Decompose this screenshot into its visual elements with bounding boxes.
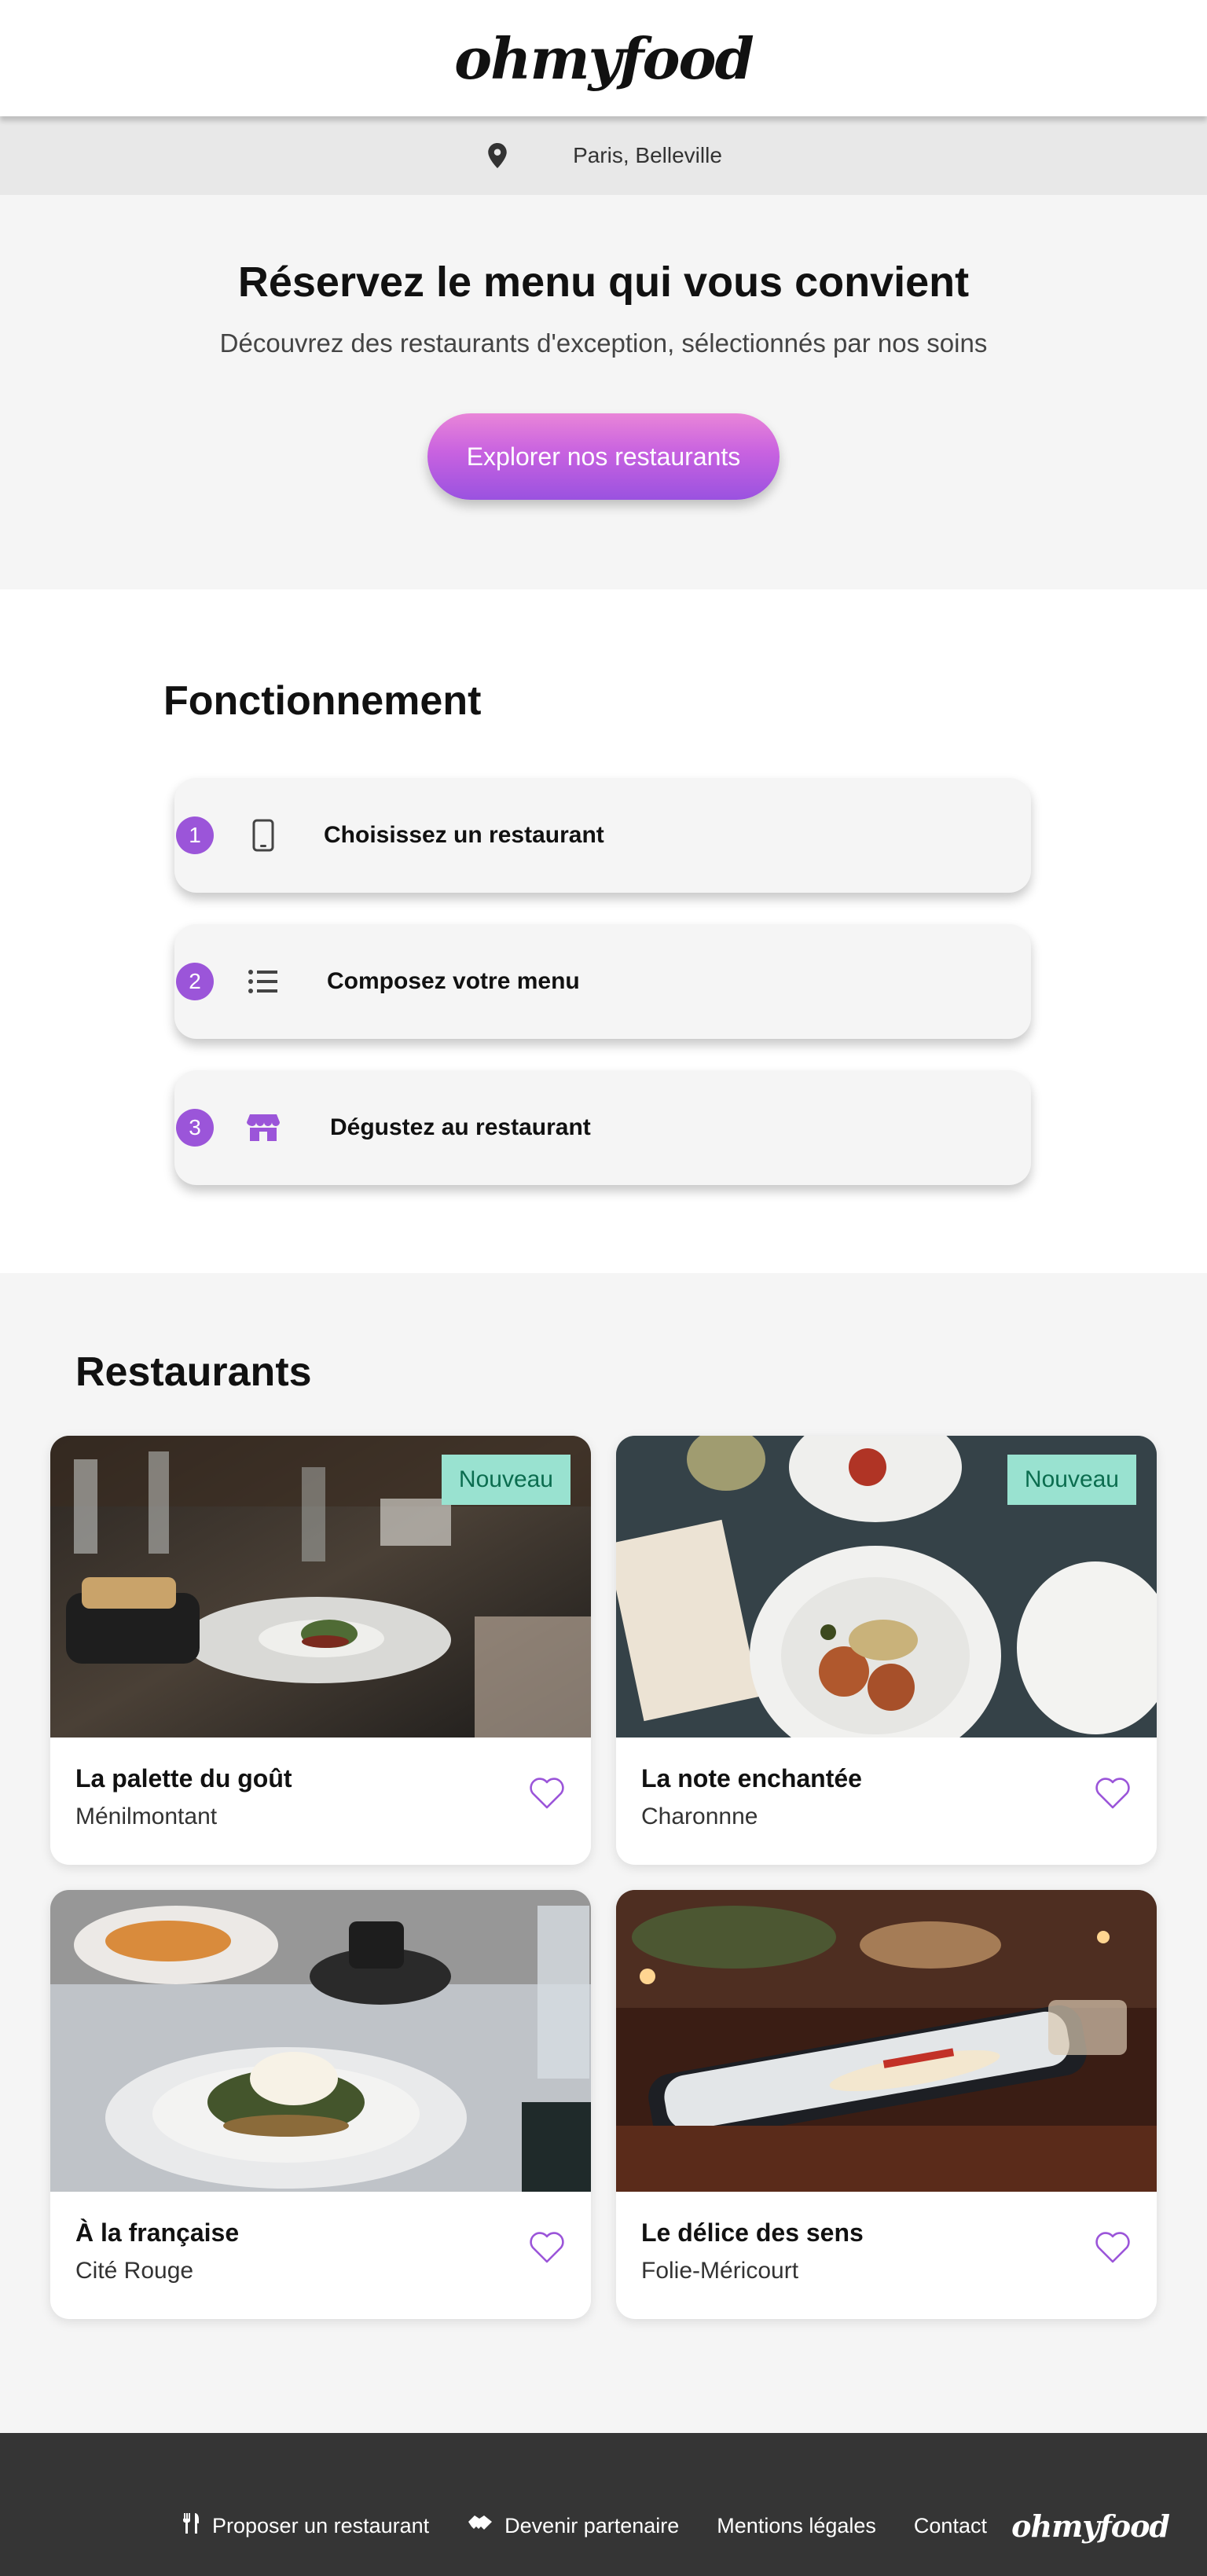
- site-header: ohmyfood: [0, 0, 1207, 116]
- favorite-heart-icon[interactable]: [526, 1772, 567, 1813]
- step-number: 1: [176, 816, 214, 854]
- how-it-works-title: Fonctionnement: [163, 678, 482, 724]
- restaurant-area: Cité Rouge: [75, 2258, 194, 2284]
- restaurant-photo: [50, 1890, 591, 2192]
- step-number: 3: [176, 1109, 214, 1147]
- restaurant-name: Le délice des sens: [641, 2218, 864, 2247]
- step-label: Choisissez un restaurant: [324, 822, 604, 848]
- restaurant-name: La palette du goût: [75, 1764, 292, 1793]
- site-logo[interactable]: ohmyfood: [454, 25, 754, 92]
- hero-section: Réservez le menu qui vous convient Décou…: [0, 195, 1207, 589]
- footer-link-label: Devenir partenaire: [504, 2514, 680, 2537]
- new-badge: Nouveau: [1007, 1455, 1136, 1505]
- restaurant-card[interactable]: Le délice des sens Folie-Méricourt: [616, 1890, 1157, 2319]
- favorite-heart-icon[interactable]: [526, 2226, 567, 2267]
- restaurants-title: Restaurants: [75, 1349, 312, 1395]
- restaurant-card[interactable]: À la française Cité Rouge: [50, 1890, 591, 2319]
- restaurant-photo: [616, 1890, 1157, 2192]
- new-badge: Nouveau: [441, 1455, 570, 1505]
- hero-subtitle: Découvrez des restaurants d'exception, s…: [219, 328, 988, 358]
- handshake-icon: [467, 2514, 493, 2538]
- hero-title: Réservez le menu qui vous convient: [237, 259, 970, 306]
- location-text[interactable]: Paris, Belleville: [573, 143, 722, 168]
- explore-restaurants-button[interactable]: Explorer nos restaurants: [427, 413, 780, 500]
- footer-link-legal[interactable]: Mentions légales: [717, 2514, 876, 2538]
- store-icon: [245, 1110, 281, 1146]
- list-icon: [245, 963, 281, 1000]
- restaurant-area: Folie-Méricourt: [641, 2258, 799, 2284]
- how-it-works-section: Fonctionnement 1 Choisissez un restauran…: [0, 589, 1207, 1273]
- step-card-choose: 1 Choisissez un restaurant: [174, 778, 1031, 893]
- restaurant-card[interactable]: Nouveau La note enchantée Charonnne: [616, 1436, 1157, 1865]
- site-footer: Proposer un restaurant Devenir partenair…: [0, 2433, 1207, 2576]
- step-label: Composez votre menu: [327, 968, 580, 994]
- footer-links: Proposer un restaurant Devenir partenair…: [182, 2513, 987, 2539]
- favorite-heart-icon[interactable]: [1092, 1772, 1133, 1813]
- favorite-heart-icon[interactable]: [1092, 2226, 1133, 2267]
- footer-link-label: Contact: [913, 2514, 987, 2537]
- fork-knife-icon: [182, 2513, 201, 2539]
- restaurant-area: Ménilmontant: [75, 1804, 218, 1829]
- location-pin-icon: [485, 143, 510, 168]
- footer-link-label: Mentions légales: [717, 2514, 876, 2537]
- restaurant-name: La note enchantée: [641, 1764, 862, 1793]
- restaurants-section: Restaurants Nouveau La palette du goût M…: [0, 1273, 1207, 2433]
- location-bar: Paris, Belleville: [0, 116, 1207, 195]
- step-label: Dégustez au restaurant: [330, 1114, 591, 1140]
- step-card-enjoy: 3 Dégustez au restaurant: [174, 1070, 1031, 1185]
- restaurant-card[interactable]: Nouveau La palette du goût Ménilmontant: [50, 1436, 591, 1865]
- footer-link-propose[interactable]: Proposer un restaurant: [182, 2513, 429, 2539]
- step-number: 2: [176, 963, 214, 1000]
- step-card-compose: 2 Composez votre menu: [174, 924, 1031, 1039]
- footer-link-partner[interactable]: Devenir partenaire: [467, 2514, 679, 2538]
- footer-logo[interactable]: ohmyfood: [1011, 2508, 1170, 2544]
- footer-link-contact[interactable]: Contact: [914, 2514, 987, 2538]
- restaurant-area: Charonnne: [641, 1804, 758, 1829]
- smartphone-icon: [245, 817, 281, 853]
- footer-link-label: Proposer un restaurant: [212, 2514, 430, 2537]
- restaurant-name: À la française: [75, 2218, 240, 2247]
